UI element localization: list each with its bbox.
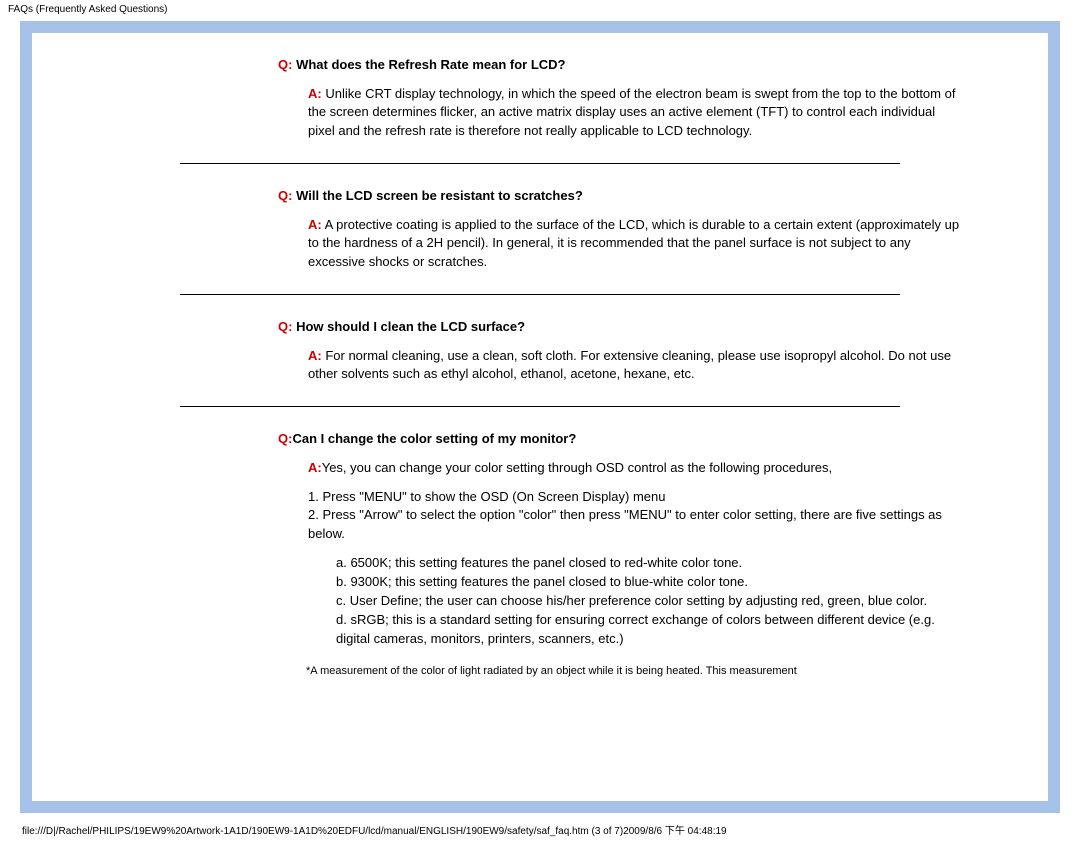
faq-sublist: a. 6500K; this setting features the pane… (336, 554, 960, 648)
q-text: What does the Refresh Rate mean for LCD? (292, 57, 565, 72)
header-title: FAQs (Frequently Asked Questions) (8, 4, 168, 15)
faq-item: Q: How should I clean the LCD surface? A… (68, 317, 1012, 384)
q-text: How should I clean the LCD surface? (292, 319, 525, 334)
q-label: Q: (278, 188, 292, 203)
a-text: Yes, you can change your color setting t… (322, 460, 832, 475)
a-text: Unlike CRT display technology, in which … (308, 86, 955, 139)
a-label: A: (308, 217, 322, 232)
faq-question: Q:Can I change the color setting of my m… (278, 429, 1012, 449)
a-text: For normal cleaning, use a clean, soft c… (308, 348, 951, 382)
a-label: A: (308, 86, 322, 101)
q-label: Q: (278, 57, 292, 72)
faq-item: Q:Can I change the color setting of my m… (68, 429, 1012, 679)
document-frame: Q: What does the Refresh Rate mean for L… (20, 21, 1060, 813)
faq-answer: A: For normal cleaning, use a clean, sof… (308, 347, 960, 385)
faq-question: Q: How should I clean the LCD surface? (278, 317, 1012, 337)
faq-answer: A:Yes, you can change your color setting… (308, 459, 960, 478)
a-label: A: (308, 460, 322, 475)
faq-question: Q: Will the LCD screen be resistant to s… (278, 186, 1012, 206)
q-text: Can I change the color setting of my mon… (292, 431, 576, 446)
faq-answer: A: Unlike CRT display technology, in whi… (308, 85, 960, 142)
faq-footnote: *A measurement of the color of light rad… (306, 664, 960, 679)
faq-item: Q: What does the Refresh Rate mean for L… (68, 55, 1012, 141)
separator (180, 294, 900, 295)
faq-question: Q: What does the Refresh Rate mean for L… (278, 55, 1012, 75)
separator (180, 163, 900, 164)
footer-text: file:///D|/Rachel/PHILIPS/19EW9%20Artwor… (22, 826, 727, 837)
q-label: Q: (278, 431, 292, 446)
faq-item: Q: Will the LCD screen be resistant to s… (68, 186, 1012, 272)
q-label: Q: (278, 319, 292, 334)
a-text: A protective coating is applied to the s… (308, 217, 959, 270)
faq-answer: A: A protective coating is applied to th… (308, 216, 960, 273)
q-text: Will the LCD screen be resistant to scra… (292, 188, 582, 203)
faq-steps: 1. Press "MENU" to show the OSD (On Scre… (308, 488, 960, 545)
content-area: Q: What does the Refresh Rate mean for L… (32, 33, 1048, 680)
footer-path: file:///D|/Rachel/PHILIPS/19EW9%20Artwor… (0, 819, 1080, 837)
separator (180, 406, 900, 407)
a-label: A: (308, 348, 322, 363)
page-header: FAQs (Frequently Asked Questions) (0, 0, 1080, 15)
